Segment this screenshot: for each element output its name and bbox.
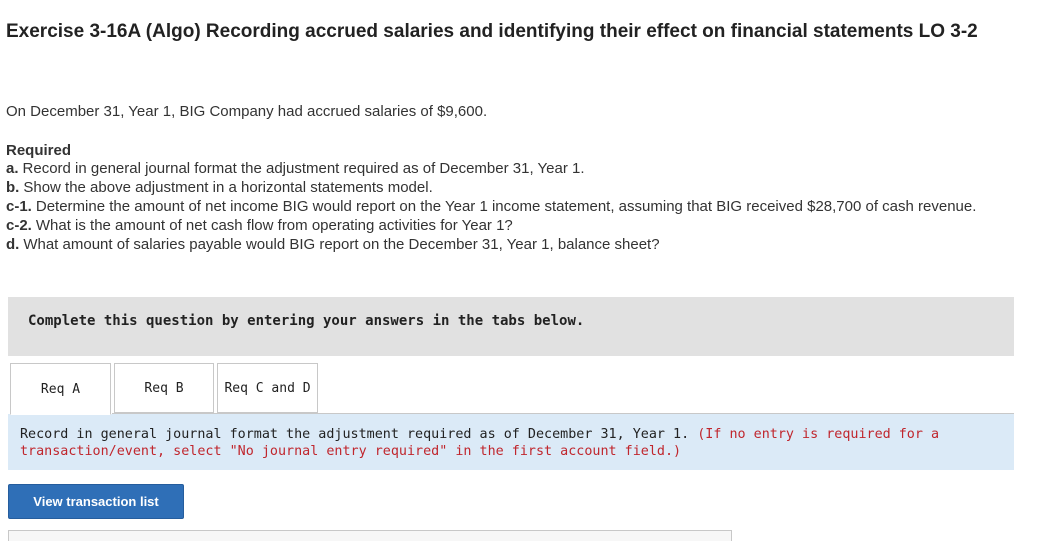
required-item-text: Record in general journal format the adj… xyxy=(22,160,585,177)
required-item-label: b. xyxy=(6,179,20,196)
complete-question-text: Complete this question by entering your … xyxy=(28,313,585,329)
required-heading: Required xyxy=(6,142,72,159)
required-item-b: b. Show the above adjustment in a horizon… xyxy=(6,178,1026,197)
required-item-c2: c-2. What is the amount of net cash flow … xyxy=(6,216,1026,235)
journal-table-top xyxy=(8,530,732,541)
instructions-panel: Record in general journal format the adj… xyxy=(8,414,1014,470)
required-item-d: d. What amount of salaries payable would … xyxy=(6,235,1026,254)
required-item-c1: c-1. Determine the amount of net income B… xyxy=(6,197,1026,216)
required-item-a: a. Record in general journal format the a… xyxy=(6,159,1026,178)
required-item-label: a. xyxy=(6,160,19,177)
required-item-text: Show the above adjustment in a horizonta… xyxy=(23,179,433,196)
required-item-label: c-2. xyxy=(6,217,32,234)
instructions-main-text: Record in general journal format the adj… xyxy=(20,427,690,442)
required-item-label: d. xyxy=(6,236,20,253)
required-item-label: c-1. xyxy=(6,198,32,215)
required-item-text: What is the amount of net cash flow from… xyxy=(35,217,513,234)
complete-question-banner: Complete this question by entering your … xyxy=(8,297,1014,356)
exercise-title: Exercise 3-16A (Algo) Recording accrued … xyxy=(6,21,978,42)
exercise-intro: On December 31, Year 1, BIG Company had … xyxy=(6,103,488,120)
required-section: Required a. Record in general journal for… xyxy=(6,142,1026,254)
required-item-text: Determine the amount of net income BIG w… xyxy=(35,198,977,215)
tab-req-c-and-d[interactable]: Req C and D xyxy=(217,363,318,413)
tab-req-b[interactable]: Req B xyxy=(114,363,214,413)
view-transaction-list-button[interactable]: View transaction list xyxy=(8,484,184,519)
required-item-text: What amount of salaries payable would BI… xyxy=(23,236,660,253)
tab-req-a[interactable]: Req A xyxy=(10,363,111,415)
